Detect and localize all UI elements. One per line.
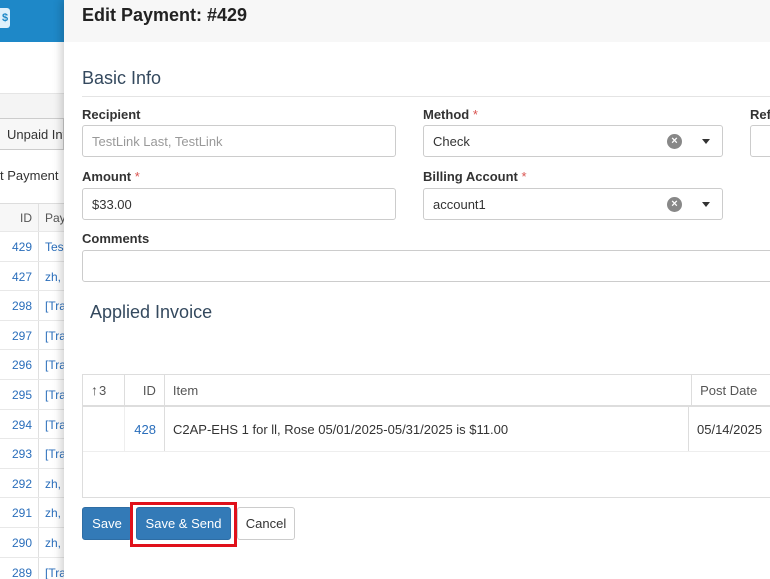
- section-divider: [82, 96, 770, 97]
- required-marker: *: [472, 107, 478, 122]
- payee-link[interactable]: zh,: [39, 528, 64, 557]
- clear-icon[interactable]: ×: [667, 134, 682, 149]
- payment-id-link[interactable]: 297: [0, 320, 39, 350]
- payee-link[interactable]: zh,: [39, 498, 64, 527]
- row-index-cell: [83, 407, 125, 451]
- chevron-down-icon[interactable]: [702, 139, 710, 144]
- column-header-payee[interactable]: Pay: [39, 204, 64, 231]
- billing-account-label-text: Billing Account: [423, 169, 518, 184]
- comments-label: Comments: [82, 231, 150, 246]
- payee-link[interactable]: [Tra: [39, 558, 64, 579]
- reference-label: Refe: [750, 107, 770, 122]
- reference-input[interactable]: [750, 125, 770, 157]
- required-marker: *: [521, 169, 527, 184]
- table-row[interactable]: 289 [Tra: [0, 557, 64, 579]
- amount-label-text: Amount: [82, 169, 132, 184]
- applied-invoice-heading: Applied Invoice: [90, 302, 213, 322]
- table-row[interactable]: 428 C2AP-EHS 1 for ll, Rose 05/01/2025-0…: [83, 407, 770, 452]
- cancel-button[interactable]: Cancel: [237, 507, 295, 540]
- billing-account-select-value: account1: [433, 197, 486, 212]
- table-row[interactable]: 291 zh,: [0, 498, 64, 528]
- payment-id-link[interactable]: 293: [0, 439, 39, 468]
- table-row[interactable]: 292 zh,: [0, 468, 64, 499]
- invoice-id-link[interactable]: 428: [125, 407, 165, 451]
- required-marker: *: [134, 169, 140, 184]
- payee-link[interactable]: zh,: [39, 262, 64, 291]
- clear-icon[interactable]: ×: [667, 197, 682, 212]
- payment-id-link[interactable]: 296: [0, 350, 39, 379]
- invoice-post-date-cell: 05/14/2025: [697, 421, 763, 437]
- save-button[interactable]: Save: [82, 507, 132, 540]
- payee-link[interactable]: [Tra: [39, 350, 64, 379]
- payee-link[interactable]: [Tra: [39, 410, 64, 439]
- payee-link[interactable]: [Tra: [39, 439, 64, 468]
- payments-table: ID Pay 429 Tes 427 zh, 298 [Tra 297 [Tra 296…: [0, 203, 64, 579]
- chevron-down-icon[interactable]: [702, 202, 710, 207]
- payee-link[interactable]: [Tra: [39, 380, 64, 409]
- payment-filter-label: t Payment: [0, 168, 59, 183]
- amount-input[interactable]: $33.00: [82, 188, 396, 220]
- table-row[interactable]: 429 Tes: [0, 232, 64, 262]
- method-select-value: Check: [433, 134, 470, 149]
- table-row[interactable]: 298 [Tra: [0, 291, 64, 321]
- payment-id-link[interactable]: 289: [0, 557, 39, 579]
- table-header-row: ID Pay: [0, 203, 64, 232]
- recipient-input[interactable]: TestLink Last, TestLink: [82, 125, 396, 157]
- modal-header: Edit Payment: #429: [64, 0, 770, 42]
- modal-title: Edit Payment: #429: [82, 5, 248, 25]
- payment-id-link[interactable]: 292: [0, 468, 39, 498]
- table-row[interactable]: 293 [Tra: [0, 439, 64, 469]
- table-row[interactable]: 427 zh,: [0, 261, 64, 292]
- table-row[interactable]: 290 zh,: [0, 527, 64, 558]
- column-header-post-date[interactable]: Post Date: [692, 375, 770, 405]
- tab-unpaid-invoices[interactable]: Unpaid Inv: [0, 118, 64, 150]
- sort-column-header[interactable]: ↑ 3: [83, 375, 125, 405]
- payment-id-link[interactable]: 294: [0, 409, 39, 439]
- table-row[interactable]: 294 [Tra: [0, 409, 64, 440]
- payment-id-link[interactable]: 429: [0, 232, 39, 261]
- applied-invoice-table: ↑ 3 ID Item Post Date 428 C2AP-EHS 1 for…: [82, 374, 770, 498]
- method-label-text: Method: [423, 107, 470, 122]
- table-row[interactable]: 297 [Tra: [0, 320, 64, 351]
- payee-link[interactable]: [Tra: [39, 321, 64, 350]
- amount-label: Amount *: [82, 169, 140, 184]
- invoice-item-cell: C2AP-EHS 1 for ll, Rose 05/01/2025-05/31…: [165, 407, 689, 451]
- payee-link[interactable]: [Tra: [39, 291, 64, 320]
- payment-id-link[interactable]: 291: [0, 498, 39, 527]
- sort-arrow-icon: ↑: [91, 382, 98, 398]
- payment-id-link[interactable]: 298: [0, 291, 39, 320]
- table-row[interactable]: 296 [Tra: [0, 350, 64, 380]
- billing-account-label: Billing Account *: [423, 169, 527, 184]
- billing-account-select[interactable]: account1 ×: [423, 188, 723, 220]
- method-label: Method *: [423, 107, 478, 122]
- payee-link[interactable]: Tes: [39, 232, 64, 261]
- payment-id-link[interactable]: 290: [0, 527, 39, 557]
- table-header-row: ↑ 3 ID Item Post Date: [83, 375, 770, 407]
- payee-link[interactable]: zh,: [39, 469, 64, 498]
- table-row[interactable]: 295 [Tra: [0, 379, 64, 410]
- column-header-id[interactable]: ID: [125, 375, 165, 405]
- edit-payment-modal: Edit Payment: #429 Basic Info Recipient …: [64, 0, 770, 579]
- comments-input[interactable]: [82, 250, 770, 282]
- payment-id-link[interactable]: 427: [0, 261, 39, 291]
- column-header-id[interactable]: ID: [0, 204, 39, 231]
- sort-index: 3: [99, 382, 107, 398]
- highlight-annotation: [130, 502, 237, 547]
- app-subheader: [0, 94, 64, 118]
- method-select[interactable]: Check ×: [423, 125, 723, 157]
- payment-id-link[interactable]: 295: [0, 379, 39, 409]
- app-logo-icon[interactable]: $: [0, 8, 10, 28]
- column-header-item[interactable]: Item: [165, 375, 693, 405]
- app-toolbar: [0, 42, 64, 94]
- payment-filter-dropdown[interactable]: t Payment▼: [0, 164, 64, 188]
- recipient-label: Recipient: [82, 107, 141, 122]
- basic-info-heading: Basic Info: [82, 68, 162, 88]
